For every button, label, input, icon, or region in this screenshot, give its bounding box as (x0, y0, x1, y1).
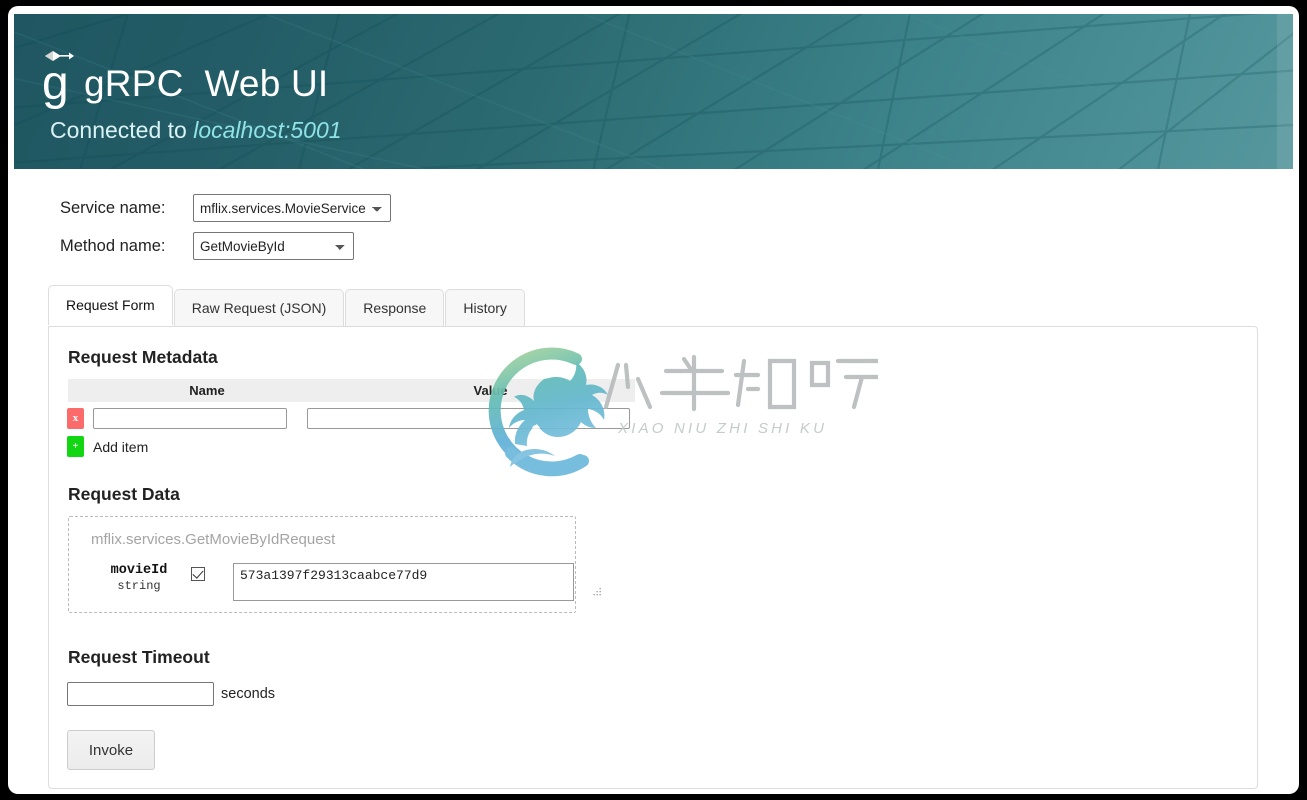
tab-response[interactable]: Response (345, 289, 445, 326)
request-timeout-heading: Request Timeout (68, 647, 210, 667)
field-value-input-movieid[interactable]: 573a1397f29313caabce77d9 (233, 563, 574, 601)
timeout-row: seconds (67, 682, 275, 706)
service-name-label: Service name: (60, 198, 166, 217)
timeout-unit-label: seconds (221, 686, 276, 702)
add-item-label: Add item (93, 438, 149, 455)
request-message-type: mflix.services.GetMovieByIdRequest (91, 531, 336, 548)
metadata-col-name: Name (189, 383, 225, 398)
metadata-col-value: Value (473, 383, 508, 398)
tab-history[interactable]: History (445, 289, 525, 326)
connected-host: localhost:5001 (193, 117, 342, 143)
field-label-group: movieId string (91, 563, 187, 594)
service-name-select[interactable]: mflix.services.MovieService (193, 194, 391, 222)
metadata-row: x (67, 408, 630, 429)
delete-metadata-row-button[interactable]: x (67, 408, 84, 429)
field-name-movieid: movieId (110, 563, 168, 578)
request-form-panel: Request Metadata Name Value x + Add item… (48, 326, 1258, 789)
metadata-value-input[interactable] (307, 408, 630, 429)
app-logo-title: g gRPC Web UI (42, 46, 328, 108)
connected-prefix: Connected to (50, 117, 194, 143)
add-metadata-item-row[interactable]: + Add item (67, 436, 148, 457)
banner-right-edge (1277, 14, 1293, 169)
request-data-box: mflix.services.GetMovieByIdRequest movie… (68, 516, 601, 613)
metadata-name-input[interactable] (93, 408, 287, 429)
service-selector-row: Service name: mflix.services.MovieServic… (60, 194, 391, 222)
field-enabled-checkbox-movieid[interactable] (191, 567, 205, 581)
method-name-select[interactable]: GetMovieById (193, 232, 354, 260)
request-timeout-input[interactable] (67, 682, 214, 706)
connection-status: Connected to localhost:5001 (50, 117, 342, 144)
request-data-heading: Request Data (68, 484, 180, 504)
tab-raw-request-json[interactable]: Raw Request (JSON) (173, 289, 345, 326)
app-header-banner: g gRPC Web UI Connected to localhost:500… (14, 14, 1293, 169)
textarea-resize-grip-icon (593, 588, 601, 596)
brand-text: gRPC (84, 63, 184, 104)
request-metadata-heading: Request Metadata (68, 347, 218, 367)
grpc-logo-icon: g (42, 46, 84, 108)
method-name-label: Method name: (60, 236, 166, 255)
invoke-button[interactable]: Invoke (67, 730, 155, 770)
metadata-table-header: Name Value (68, 379, 635, 402)
page-title: Web UI (204, 63, 329, 104)
field-type-movieid: string (117, 579, 161, 593)
tab-bar: Request Form Raw Request (JSON) Response… (48, 285, 526, 326)
logo-letter-g: g (42, 57, 69, 110)
request-field-row: movieId string 573a1397f29313caabce77d9 (91, 563, 574, 601)
method-selector-row: Method name: GetMovieById (60, 232, 354, 260)
tab-request-form[interactable]: Request Form (48, 285, 173, 325)
add-metadata-item-button[interactable]: + (67, 436, 84, 457)
page-root: g gRPC Web UI Connected to localhost:500… (8, 6, 1299, 794)
